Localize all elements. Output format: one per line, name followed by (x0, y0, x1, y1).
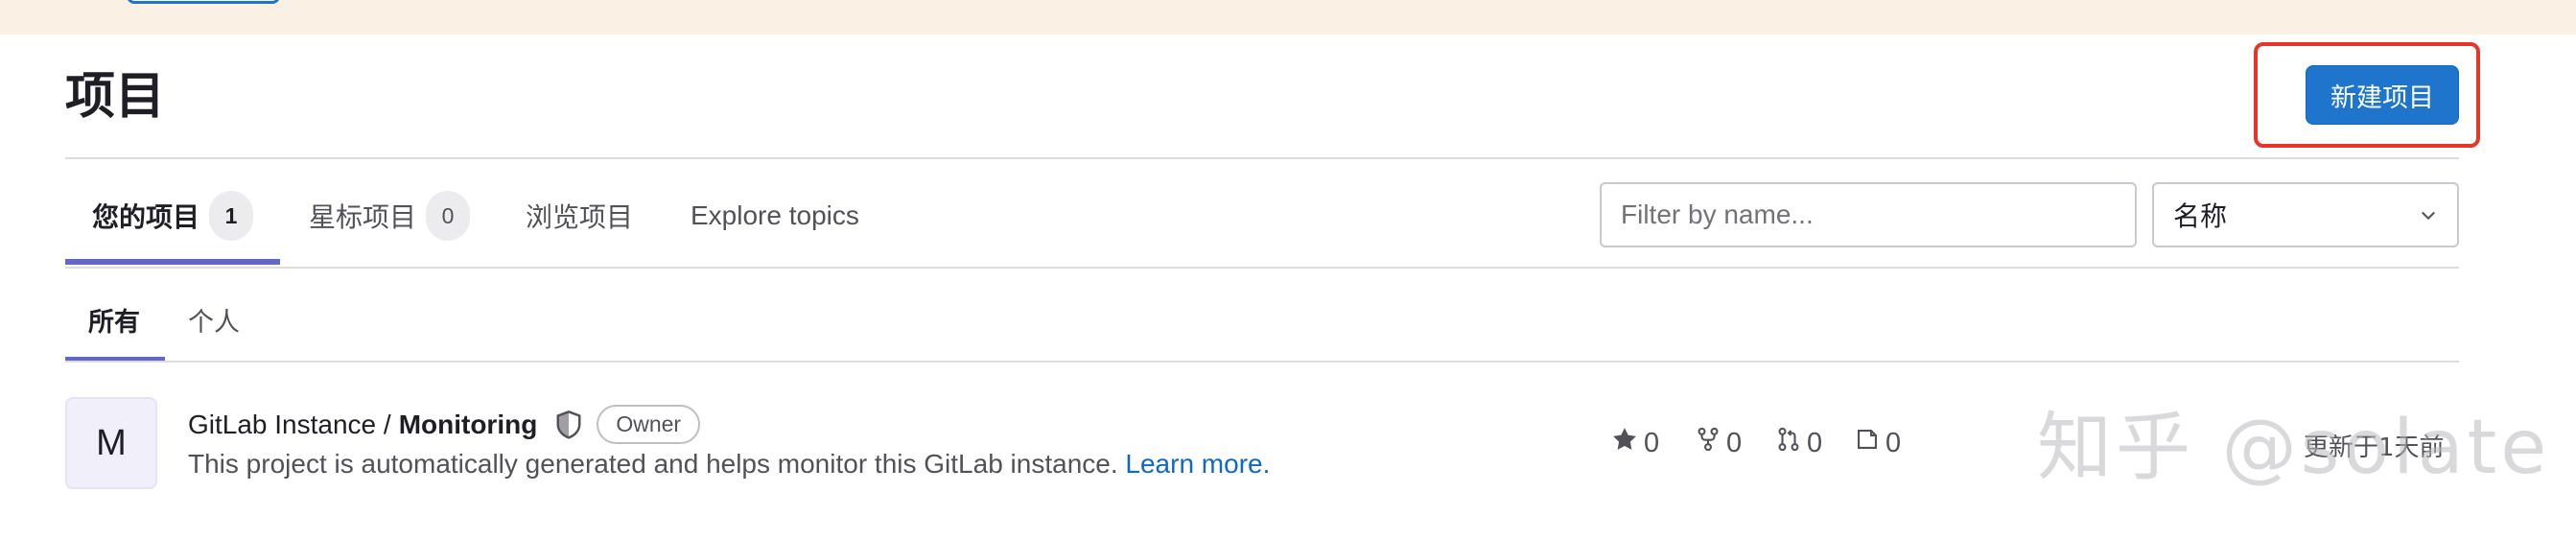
count-badge: 1 (209, 191, 254, 241)
project-avatar[interactable]: M (65, 397, 157, 489)
page-title: 项目 (65, 68, 166, 126)
tab-explore-topics[interactable]: Explore topics (691, 182, 859, 249)
project-name-link[interactable]: Monitoring (399, 410, 538, 440)
new-project-button[interactable]: 新建项目 (2306, 65, 2459, 125)
count-badge: 0 (426, 191, 471, 241)
stat-value: 0 (1726, 427, 1743, 458)
fork-icon (1696, 426, 1726, 460)
banner-button[interactable] (127, 0, 280, 4)
sort-selected-value: 名称 (2173, 200, 2228, 232)
watermark: 知乎 @solate (2037, 405, 2551, 491)
project-title: GitLab Instance / Monitoring Owner (188, 405, 701, 444)
subtab-personal[interactable]: 个人 (188, 295, 240, 343)
tab-label: 星标项目 (309, 201, 417, 233)
subtab-all[interactable]: 所有 (88, 295, 140, 343)
learn-more-link[interactable]: Learn more. (1125, 449, 1270, 479)
filter-by-name-input[interactable] (1600, 182, 2137, 247)
shield-icon (554, 410, 583, 440)
project-description: This project is automatically generated … (188, 449, 1270, 480)
stat-value: 0 (1885, 427, 1902, 458)
description-text: This project is automatically generated … (188, 449, 1118, 479)
header-divider (65, 157, 2459, 159)
star-icon (1611, 426, 1644, 460)
merge-requests-count[interactable]: 0 (1776, 426, 1822, 460)
stars-count[interactable]: 0 (1611, 426, 1659, 460)
top-banner (0, 0, 2576, 35)
tab-label: 您的项目 (92, 201, 200, 233)
tab-your-projects[interactable]: 您的项目 1 (92, 182, 254, 249)
issue-icon (1855, 426, 1885, 460)
subtabs-divider (65, 361, 2459, 363)
stat-value: 0 (1807, 427, 1823, 458)
project-namespace-link[interactable]: GitLab Instance / (188, 410, 391, 440)
tab-explore-projects[interactable]: 浏览项目 (526, 182, 633, 249)
issues-count[interactable]: 0 (1855, 426, 1901, 460)
forks-count[interactable]: 0 (1696, 426, 1742, 460)
chevron-down-icon (2419, 199, 2438, 231)
active-tab-indicator (65, 259, 280, 265)
merge-request-icon (1776, 426, 1807, 460)
tabs-divider (65, 267, 2459, 269)
sort-dropdown[interactable]: 名称 (2152, 182, 2459, 247)
role-badge: Owner (597, 405, 701, 444)
tab-label: Explore topics (691, 200, 859, 230)
tab-label: 浏览项目 (526, 201, 634, 233)
stat-value: 0 (1644, 427, 1660, 458)
tab-starred-projects[interactable]: 星标项目 0 (309, 182, 471, 249)
